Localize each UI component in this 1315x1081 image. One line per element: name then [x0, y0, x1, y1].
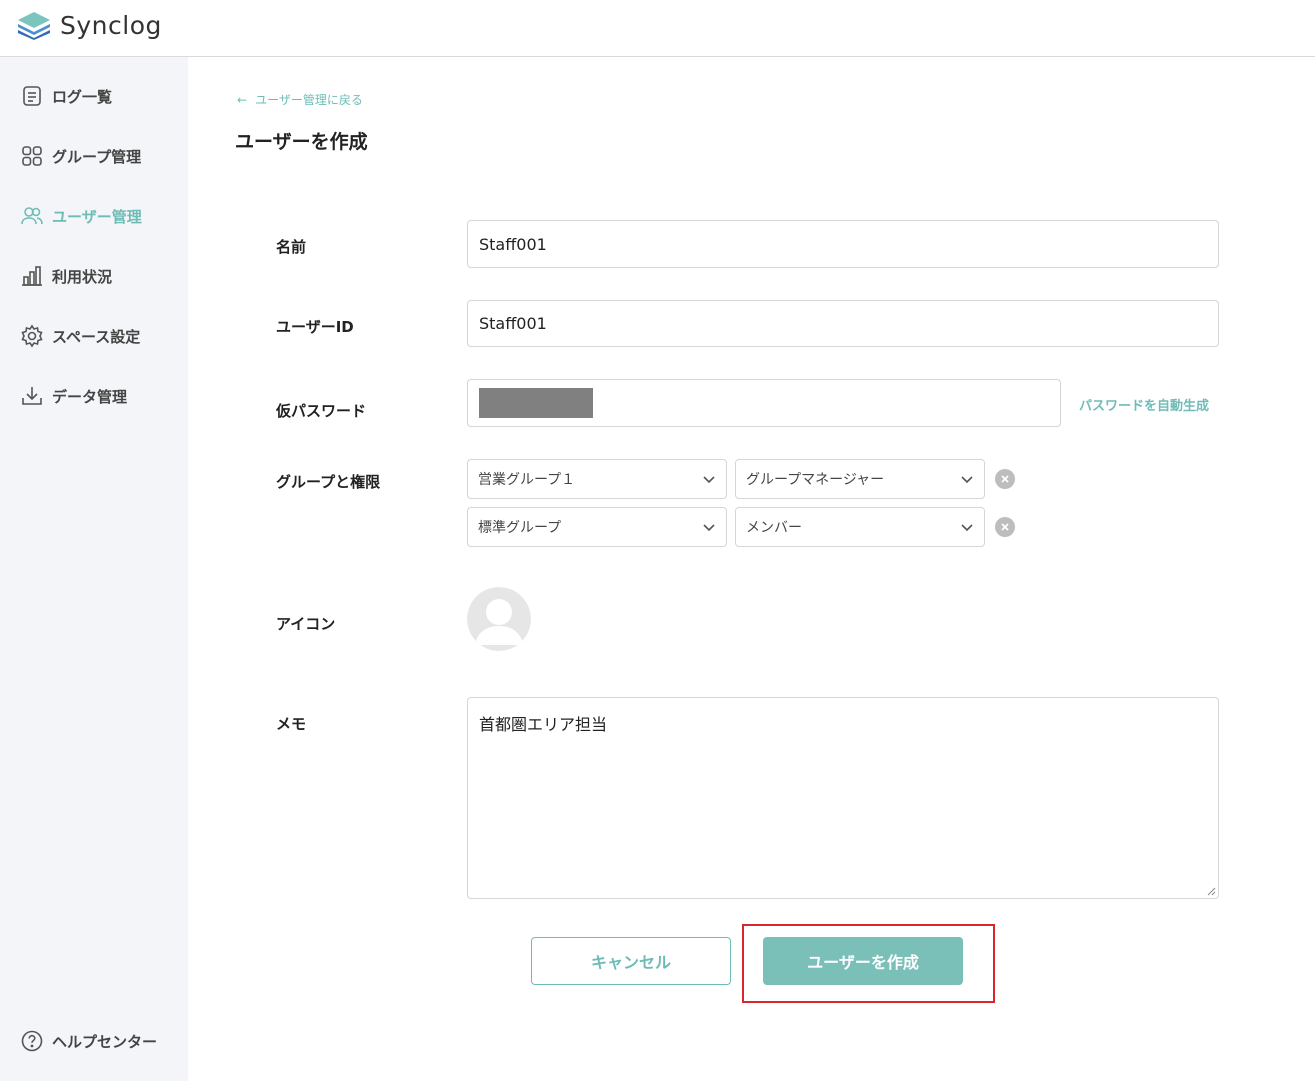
- temp-password-input[interactable]: [467, 379, 1061, 427]
- chevron-down-icon: [961, 524, 973, 532]
- bar-chart-icon: [22, 266, 42, 286]
- document-icon: [23, 86, 41, 106]
- groups-label: グループと権限: [276, 473, 381, 491]
- user-placeholder-icon: [467, 587, 531, 651]
- chevron-down-icon: [703, 476, 715, 484]
- sidebar-item-label: グループ管理: [52, 147, 142, 166]
- group-select-value: 標準グループ: [478, 520, 562, 536]
- users-icon: [21, 207, 43, 225]
- sidebar: ログ一覧 グループ管理 ユーザー管理 利用状況 スペース設定 データ管理 ヘルプ…: [0, 57, 188, 1081]
- page-title: ユーザーを作成: [235, 131, 368, 153]
- sidebar-item-logs[interactable]: ログ一覧: [20, 82, 112, 110]
- name-input[interactable]: Staff001: [467, 220, 1219, 268]
- group-select[interactable]: 標準グループ: [467, 507, 727, 547]
- role-select-value: メンバー: [746, 520, 802, 536]
- sidebar-item-label: 利用状況: [52, 267, 113, 286]
- memo-value: 首都圏エリア担当: [479, 715, 608, 734]
- sidebar-item-groups[interactable]: グループ管理: [20, 142, 141, 170]
- gear-icon: [21, 324, 43, 348]
- app-logo[interactable]: Synclog: [16, 10, 162, 40]
- sidebar-item-label: ログ一覧: [52, 87, 113, 106]
- app-name: Synclog: [60, 10, 162, 40]
- cancel-button[interactable]: キャンセル: [531, 937, 731, 985]
- resize-handle-icon[interactable]: [1207, 887, 1216, 896]
- sidebar-item-data-management[interactable]: データ管理: [20, 382, 127, 410]
- grid-icon: [22, 146, 42, 166]
- sidebar-item-label: スペース設定: [52, 327, 141, 346]
- remove-group-button[interactable]: [995, 517, 1015, 537]
- chevron-down-icon: [961, 476, 973, 484]
- group-select[interactable]: 営業グループ１: [467, 459, 727, 499]
- remove-group-button[interactable]: [995, 469, 1015, 489]
- sidebar-item-usage[interactable]: 利用状況: [20, 262, 112, 290]
- question-icon: [21, 1030, 43, 1052]
- close-icon: [1001, 523, 1009, 531]
- role-select-value: グループマネージャー: [746, 472, 885, 488]
- password-redaction: [479, 388, 593, 418]
- name-label: 名前: [276, 238, 307, 256]
- avatar[interactable]: [467, 587, 531, 651]
- download-icon: [22, 387, 42, 405]
- sidebar-item-space-settings[interactable]: スペース設定: [20, 322, 140, 350]
- group-select-value: 営業グループ１: [478, 472, 576, 488]
- back-link-label: ユーザー管理に戻る: [255, 93, 363, 107]
- arrow-left-icon: ←: [237, 92, 248, 107]
- chevron-down-icon: [703, 524, 715, 532]
- memo-textarea[interactable]: 首都圏エリア担当: [467, 697, 1219, 899]
- close-icon: [1001, 475, 1009, 483]
- temp-password-label: 仮パスワード: [276, 402, 367, 420]
- sidebar-item-help-center[interactable]: ヘルプセンター: [20, 1027, 157, 1055]
- sidebar-item-label: ヘルプセンター: [52, 1032, 158, 1051]
- icon-label: アイコン: [276, 615, 336, 633]
- app-header: Synclog: [0, 0, 1315, 57]
- main-content: ← ユーザー管理に戻る ユーザーを作成 名前 Staff001 ユーザーID S…: [188, 57, 1315, 1081]
- user-id-input-value: Staff001: [479, 314, 547, 333]
- logo-icon: [18, 12, 50, 40]
- user-id-label: ユーザーID: [276, 318, 354, 336]
- back-to-users-link[interactable]: ← ユーザー管理に戻る: [237, 91, 363, 108]
- role-select[interactable]: メンバー: [735, 507, 985, 547]
- user-id-input[interactable]: Staff001: [467, 300, 1219, 347]
- generate-password-link[interactable]: パスワードを自動生成: [1079, 395, 1209, 414]
- sidebar-item-label: ユーザー管理: [52, 207, 142, 226]
- sidebar-item-label: データ管理: [52, 387, 128, 406]
- role-select[interactable]: グループマネージャー: [735, 459, 985, 499]
- memo-label: メモ: [276, 715, 307, 733]
- create-user-button[interactable]: ユーザーを作成: [763, 937, 963, 985]
- name-input-value: Staff001: [479, 234, 547, 254]
- sidebar-item-users[interactable]: ユーザー管理: [20, 202, 142, 230]
